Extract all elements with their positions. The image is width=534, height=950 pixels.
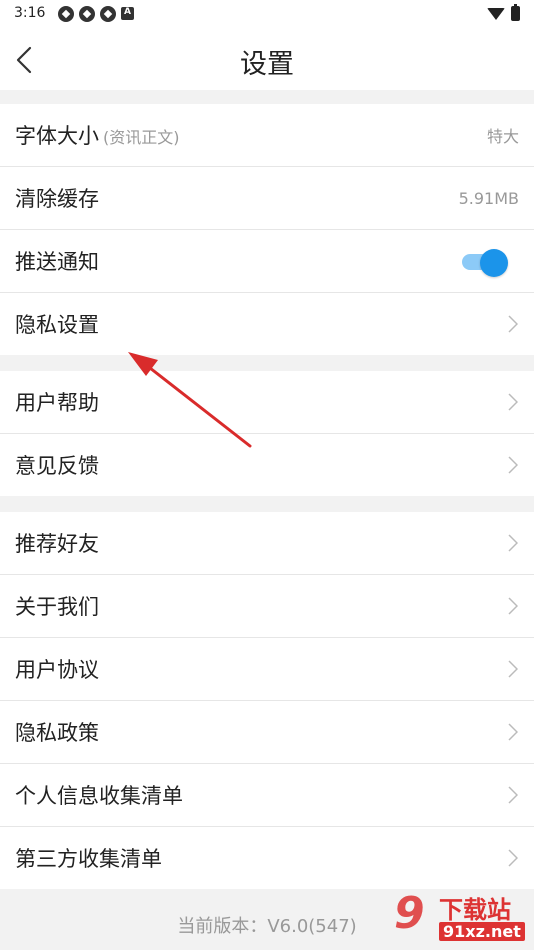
row-label: 个人信息收集清单 <box>15 784 183 808</box>
status-bar: 3:16 <box>0 0 534 30</box>
chevron-right-icon <box>508 660 518 678</box>
battery-icon <box>511 4 520 21</box>
row-label: 推荐好友 <box>15 532 99 556</box>
row-about-us[interactable]: 关于我们 <box>0 575 534 638</box>
row-label: 隐私政策 <box>15 721 99 745</box>
row-label: 第三方收集清单 <box>15 847 162 871</box>
row-personal-info-list[interactable]: 个人信息收集清单 <box>0 764 534 827</box>
chevron-right-icon <box>508 849 518 867</box>
chevron-right-icon <box>508 786 518 804</box>
row-feedback[interactable]: 意见反馈 <box>0 434 534 496</box>
row-privacy-settings[interactable]: 隐私设置 <box>0 293 534 355</box>
row-push-notification: 推送通知 <box>0 230 534 293</box>
row-sublabel: (资讯正文) <box>103 128 180 147</box>
row-label: 推送通知 <box>15 250 99 274</box>
chevron-right-icon <box>508 456 518 474</box>
row-label: 用户协议 <box>15 658 99 682</box>
row-label: 意见反馈 <box>15 454 99 478</box>
row-label: 清除缓存 <box>15 187 99 211</box>
chevron-right-icon <box>508 723 518 741</box>
chevron-right-icon <box>508 597 518 615</box>
settings-group-support: 用户帮助 意见反馈 <box>0 371 534 496</box>
notification-icon <box>79 6 95 22</box>
status-system-icons <box>487 4 520 21</box>
notification-icon <box>58 6 74 22</box>
row-user-agreement[interactable]: 用户协议 <box>0 638 534 701</box>
wifi-icon <box>487 7 505 20</box>
row-value: 5.91MB <box>458 188 519 208</box>
row-label: 用户帮助 <box>15 391 99 415</box>
chevron-right-icon <box>508 315 518 333</box>
row-label: 隐私设置 <box>15 313 99 337</box>
chevron-right-icon <box>508 393 518 411</box>
site-watermark: 9 下载站 91xz.net <box>374 884 534 950</box>
watermark-url: 91xz.net <box>439 922 525 941</box>
a-icon <box>121 7 134 20</box>
push-notification-toggle[interactable] <box>462 249 508 277</box>
row-third-party-list[interactable]: 第三方收集清单 <box>0 827 534 889</box>
row-font-size[interactable]: 字体大小 (资讯正文) 特大 <box>0 104 534 167</box>
row-label: 字体大小 <box>15 124 99 148</box>
title-bar: 设置 <box>0 30 534 90</box>
status-time: 3:16 <box>14 5 46 21</box>
notification-icon <box>100 6 116 22</box>
toggle-knob <box>480 249 508 277</box>
row-value: 特大 <box>486 127 519 146</box>
row-recommend-friends[interactable]: 推荐好友 <box>0 512 534 575</box>
watermark-text: 下载站 <box>439 896 511 924</box>
page-title: 设置 <box>240 49 294 80</box>
row-user-help[interactable]: 用户帮助 <box>0 371 534 434</box>
settings-group-about: 推荐好友 关于我们 用户协议 隐私政策 个人信息收集清单 第三方收集清单 <box>0 512 534 889</box>
chevron-right-icon <box>508 534 518 552</box>
settings-group-general: 字体大小 (资讯正文) 特大 清除缓存 5.91MB 推送通知 隐私设置 <box>0 104 534 355</box>
row-privacy-policy[interactable]: 隐私政策 <box>0 701 534 764</box>
status-notification-icons <box>58 6 134 22</box>
row-clear-cache[interactable]: 清除缓存 5.91MB <box>0 167 534 230</box>
watermark-logo: 9 <box>394 888 425 939</box>
row-label: 关于我们 <box>15 595 99 619</box>
